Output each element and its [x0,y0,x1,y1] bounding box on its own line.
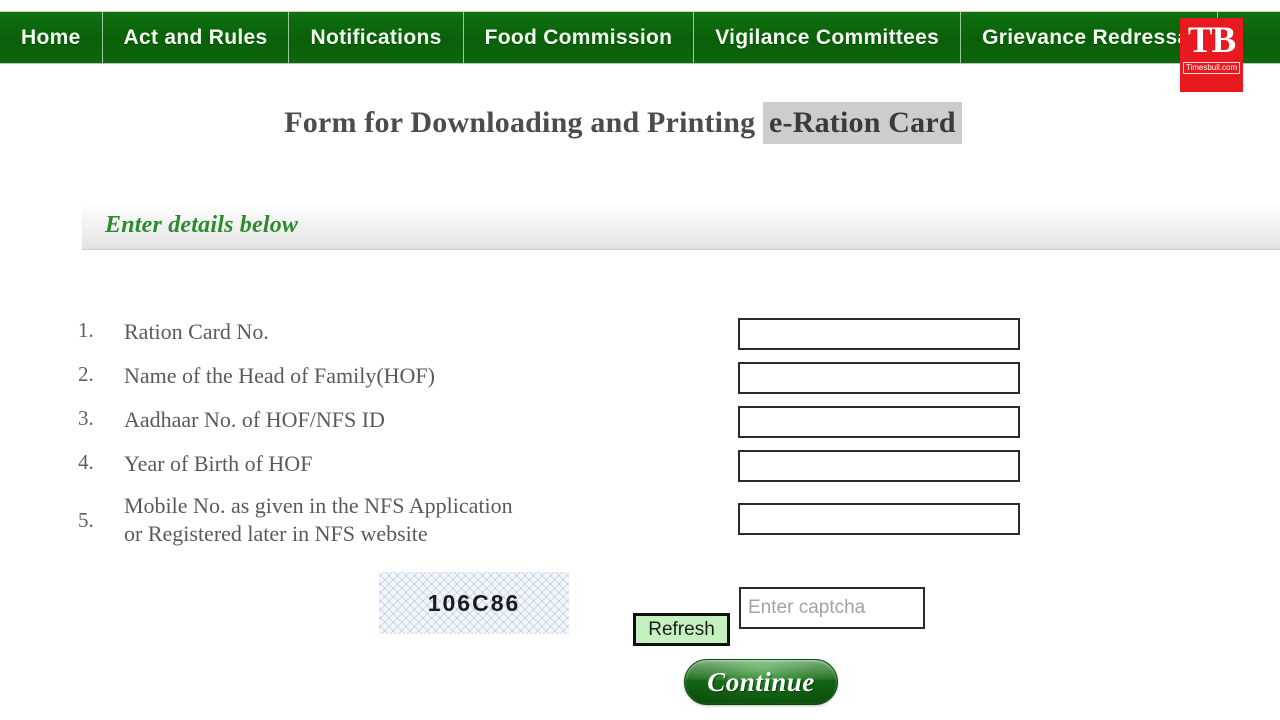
form-row-head-of-family: 2. Name of the Head of Family(HOF) [0,362,1280,406]
continue-button-label: Continue [707,666,815,697]
nav-item-act-and-rules[interactable]: Act and Rules [103,12,290,63]
row-number: 4. [78,450,94,474]
nav-item-home[interactable]: Home [0,12,103,63]
captcha-image: 106C86 [379,572,569,634]
field-label-mobile-no: Mobile No. as given in the NFS Applicati… [124,492,513,548]
section-heading: Enter details below [105,212,299,238]
timesbull-watermark-logo: TB Timesbull.com [1180,18,1243,92]
form-row-year-of-birth: 4. Year of Birth of HOF [0,450,1280,494]
field-label-mobile-no-line1: Mobile No. as given in the NFS Applicati… [124,493,513,518]
page-title-prefix: Form for Downloading and Printing [284,106,764,139]
field-label-ration-card-no: Ration Card No. [124,319,269,344]
head-of-family-input[interactable] [738,362,1020,394]
nav-item-vigilance-committees[interactable]: Vigilance Committees [694,12,962,63]
form-row-aadhaar-no: 3. Aadhaar No. of HOF/NFS ID [0,406,1280,450]
year-of-birth-input[interactable] [738,450,1020,482]
continue-button[interactable]: Continue [684,659,838,705]
form-row-mobile-no: 5. Mobile No. as given in the NFS Applic… [0,492,1280,554]
row-number: 2. [78,362,94,386]
row-number: 1. [78,318,94,342]
field-label-head-of-family: Name of the Head of Family(HOF) [124,363,435,388]
nav-item-notifications[interactable]: Notifications [289,12,464,63]
field-label-aadhaar-no: Aadhaar No. of HOF/NFS ID [124,407,385,432]
ration-card-no-input[interactable] [738,318,1020,350]
refresh-captcha-button[interactable]: Refresh [633,613,730,646]
watermark-initials: TB [1187,20,1236,61]
page-title-highlight: e-Ration Card [763,102,962,144]
row-number: 5. [78,508,94,532]
form-row-ration-card-no: 1. Ration Card No. [0,318,1280,362]
section-header-bar: Enter details below [82,202,1280,250]
field-label-year-of-birth: Year of Birth of HOF [124,451,313,476]
field-label-mobile-no-line2: or Registered later in NFS website [124,521,428,546]
aadhaar-no-input[interactable] [738,406,1020,438]
mobile-no-input[interactable] [738,503,1020,535]
captcha-code-text: 106C86 [427,589,521,616]
row-number: 3. [78,406,94,430]
captcha-input[interactable] [739,587,925,629]
page-title: Form for Downloading and Printing e-Rati… [0,102,1246,144]
watermark-site-label: Timesbull.com [1182,62,1241,74]
main-navigation: Home Act and Rules Notifications Food Co… [0,11,1280,64]
nav-item-food-commission[interactable]: Food Commission [464,12,695,63]
